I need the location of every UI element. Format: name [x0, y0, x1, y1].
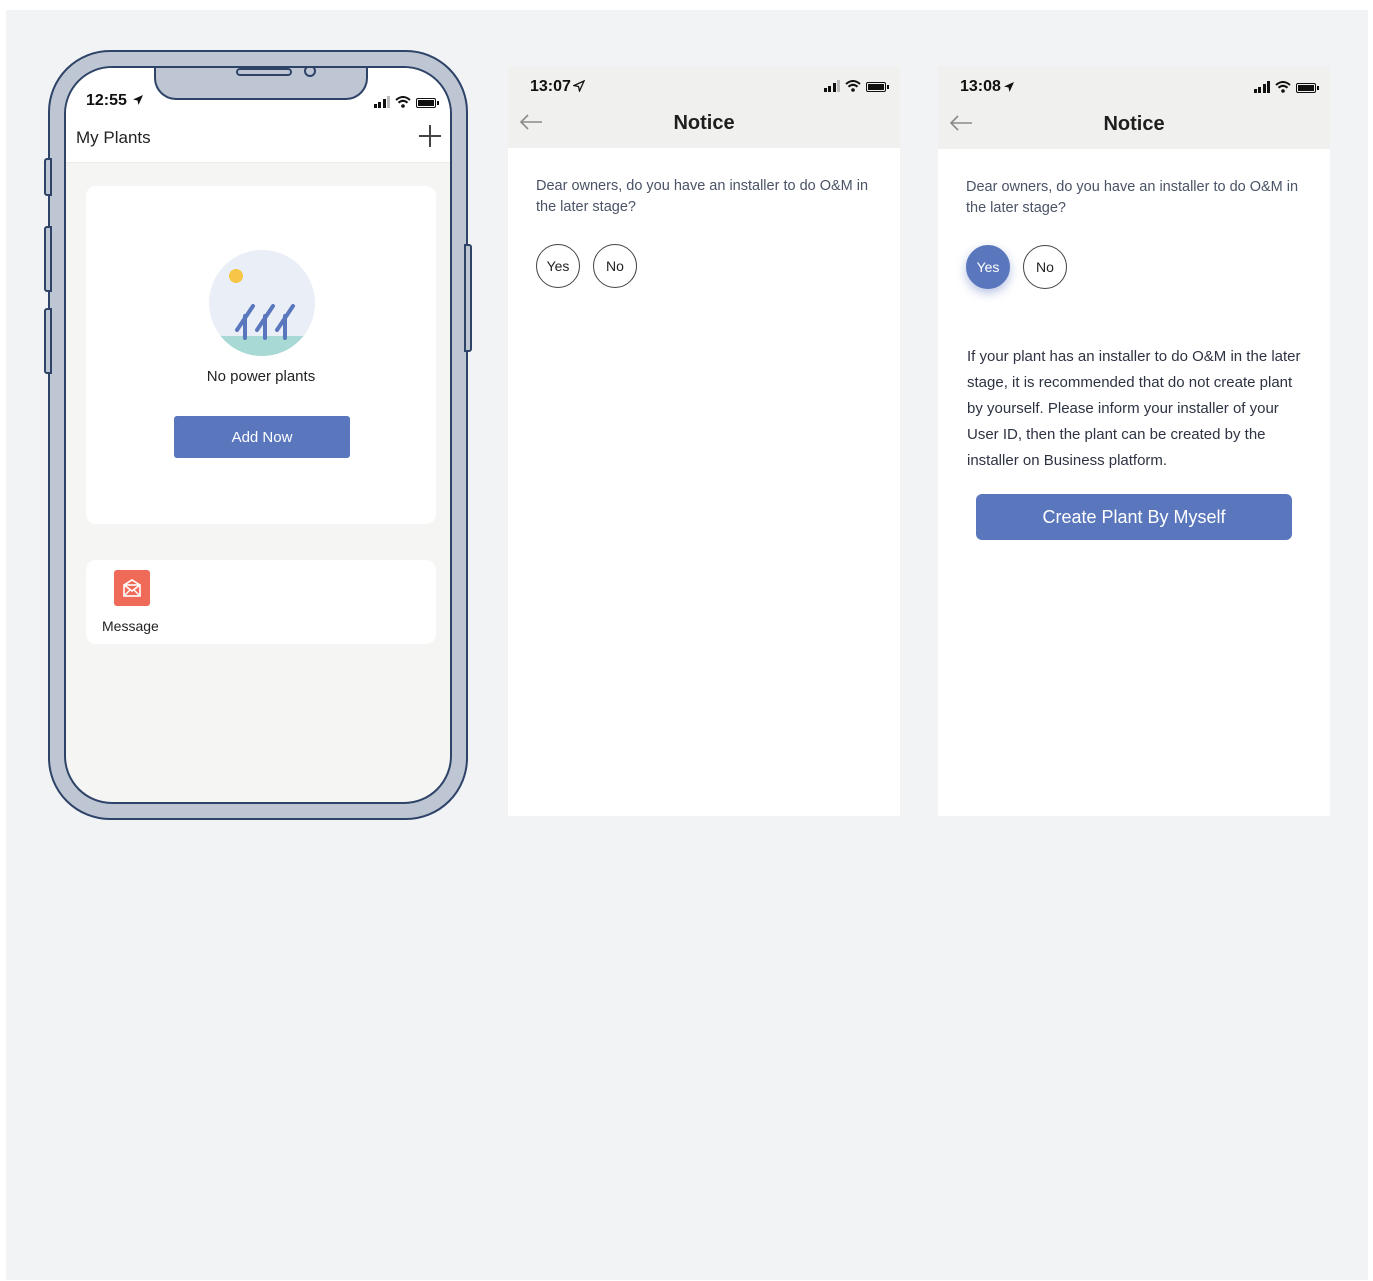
app-header: My Plants	[66, 114, 450, 163]
phone-silent-switch	[44, 158, 52, 196]
question-text: Dear owners, do you have an installer to…	[536, 178, 869, 215]
notice-screen-yes-selected: 13:08 Notice Dear owners, do you have an…	[938, 66, 1330, 816]
my-plants-screen: 12:55 My Plants No power plants Add Now …	[64, 66, 452, 804]
signal-icon	[1253, 81, 1270, 93]
add-now-button[interactable]: Add Now	[174, 416, 350, 458]
front-camera	[304, 68, 316, 77]
signal-icon	[373, 96, 390, 108]
notice-screen-initial: 13:07 Notice Dear owners, do you have an…	[508, 66, 900, 816]
status-time: 12:55	[86, 92, 127, 109]
speaker-grille	[236, 68, 292, 76]
status-time: 13:07	[530, 78, 571, 95]
message-card[interactable]: Message	[86, 560, 436, 644]
wifi-icon	[395, 96, 411, 108]
location-arrow-icon	[573, 80, 585, 92]
solar-panels-illustration	[209, 250, 315, 356]
location-arrow-icon	[1004, 82, 1014, 92]
phone-frame: 12:55 My Plants No power plants Add Now …	[44, 50, 472, 820]
nav-bar: 13:07 Notice	[508, 66, 900, 148]
wifi-icon	[1275, 81, 1291, 93]
status-icons	[1253, 81, 1319, 93]
create-plant-button[interactable]: Create Plant By Myself	[976, 494, 1292, 540]
page-title: Notice	[1103, 113, 1165, 135]
battery-icon	[416, 98, 439, 108]
status-icons	[823, 80, 889, 92]
battery-icon	[1296, 83, 1319, 93]
phone-power-button	[464, 244, 472, 352]
page-title: My Plants	[76, 128, 151, 147]
phone-volume-up	[44, 226, 52, 292]
no-option[interactable]: No	[1023, 245, 1067, 289]
no-option[interactable]: No	[593, 244, 637, 288]
battery-icon	[866, 82, 889, 92]
nav-bar: 13:08 Notice	[938, 66, 1330, 149]
message-label: Message	[102, 618, 159, 634]
page-title: Notice	[673, 112, 735, 134]
installer-recommendation-text: If your plant has an installer to do O&M…	[967, 348, 1301, 469]
phone-volume-down	[44, 308, 52, 374]
status-time: 13:08	[960, 78, 1001, 95]
empty-state-card: No power plants Add Now	[86, 186, 436, 524]
question-text: Dear owners, do you have an installer to…	[966, 179, 1299, 216]
plus-icon[interactable]	[418, 124, 442, 148]
phone-notch	[154, 68, 368, 100]
signal-icon	[823, 80, 840, 92]
yes-option[interactable]: Yes	[536, 244, 580, 288]
empty-state-text: No power plants	[206, 368, 316, 385]
status-icons	[373, 96, 439, 108]
envelope-glyph	[123, 579, 141, 597]
location-arrow-icon	[133, 95, 143, 105]
yes-option-selected[interactable]: Yes	[966, 245, 1010, 289]
envelope-icon[interactable]	[114, 570, 150, 606]
wifi-icon	[845, 80, 861, 92]
